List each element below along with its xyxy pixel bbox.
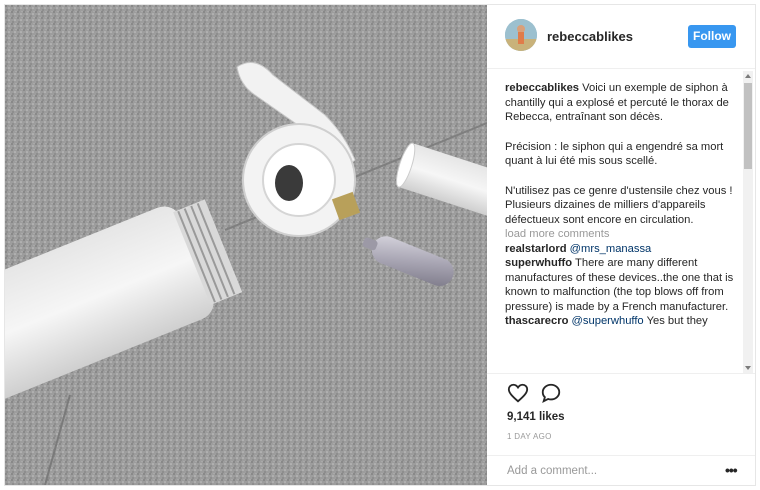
comment-text: Yes but they: [646, 315, 708, 327]
heart-icon[interactable]: [507, 382, 529, 404]
comments-list: rebeccablikes Voici un exemple de siphon…: [505, 81, 739, 329]
comment-icon[interactable]: [540, 382, 562, 404]
comment-mention[interactable]: @mrs_manassa: [570, 243, 652, 255]
comment-mention[interactable]: @superwhuffo: [572, 315, 644, 327]
comment-item: thascarecro @superwhuffo Yes but they: [505, 314, 739, 329]
caption-para-1: rebeccablikes Voici un exemple de siphon…: [505, 81, 739, 125]
comment-item: superwhuffo There are many different man…: [505, 256, 739, 314]
post-side-panel: rebeccablikes Follow rebeccablikes Voici…: [487, 5, 755, 485]
likes-count[interactable]: 9,141 likes: [507, 411, 565, 423]
post-actions: 9,141 likes 1 DAY AGO: [487, 373, 755, 455]
avatar-image: [505, 19, 537, 51]
post-photo[interactable]: [5, 5, 487, 485]
instagram-post: rebeccablikes Follow rebeccablikes Voici…: [4, 4, 756, 486]
caption-username[interactable]: rebeccablikes: [505, 82, 579, 94]
more-options-icon[interactable]: •••: [725, 463, 738, 477]
follow-button[interactable]: Follow: [688, 25, 736, 48]
siphon-photo-image: [5, 5, 487, 485]
add-comment-input[interactable]: [507, 463, 697, 479]
header-username[interactable]: rebeccablikes: [547, 29, 633, 44]
scrollbar-thumb[interactable]: [744, 83, 752, 169]
comment-username[interactable]: thascarecro: [505, 315, 568, 327]
user-avatar[interactable]: [505, 19, 537, 51]
comments-section[interactable]: rebeccablikes Voici un exemple de siphon…: [487, 69, 755, 373]
load-more-comments-link[interactable]: load more comments: [505, 227, 739, 242]
scroll-up-arrow-icon[interactable]: [745, 74, 751, 78]
post-timestamp[interactable]: 1 DAY AGO: [507, 432, 552, 441]
comments-scrollbar[interactable]: [743, 71, 753, 373]
comment-username[interactable]: realstarlord: [505, 243, 567, 255]
comment-username[interactable]: superwhuffo: [505, 257, 572, 269]
post-header: rebeccablikes Follow: [487, 5, 755, 69]
comment-item: realstarlord @mrs_manassa: [505, 242, 739, 257]
add-comment-bar: •••: [487, 455, 755, 485]
caption-para-2: Précision : le siphon qui a engendré sa …: [505, 140, 724, 168]
caption-para-3: N'utilisez pas ce genre d'ustensile chez…: [505, 184, 733, 226]
scroll-down-arrow-icon[interactable]: [745, 366, 751, 370]
